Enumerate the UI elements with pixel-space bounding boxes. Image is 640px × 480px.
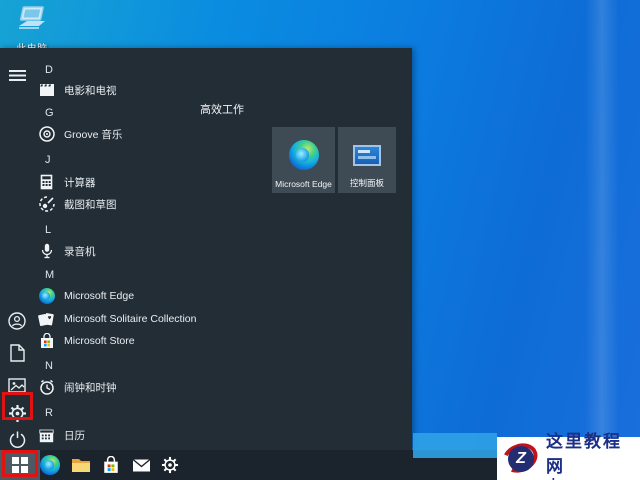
app-item-groove-music[interactable]: Groove 音乐 — [36, 124, 122, 144]
app-list: D 电影和电视 G Groove 音乐 J 计算器 截图和草图 L 录音机 M … — [36, 48, 196, 450]
hamburger-menu-button[interactable] — [0, 60, 34, 90]
mail-icon — [132, 458, 150, 471]
taskbar-edge-button[interactable] — [36, 450, 64, 480]
taskbar-file-explorer-button[interactable] — [67, 450, 95, 480]
alarm-clock-icon — [38, 379, 55, 396]
store-icon — [38, 333, 55, 350]
app-item-calendar[interactable]: 日历 — [36, 425, 85, 445]
this-pc-icon — [6, 6, 58, 39]
app-item-solitaire[interactable]: Microsoft Solitaire Collection — [36, 309, 196, 329]
documents-button[interactable] — [0, 338, 34, 368]
app-item-snip-sketch[interactable]: 截图和草图 — [36, 194, 117, 214]
section-header-m[interactable]: M — [36, 265, 54, 285]
taskbar-store-button[interactable] — [97, 450, 125, 480]
tile-microsoft-edge[interactable]: Microsoft Edge — [272, 127, 335, 193]
watermark-site-name: 这里教程网 — [546, 432, 622, 476]
app-item-movies-tv[interactable]: 电影和电视 — [36, 80, 117, 100]
start-menu: D 电影和电视 G Groove 音乐 J 计算器 截图和草图 L 录音机 M … — [0, 48, 412, 450]
taskbar-mail-button[interactable] — [127, 450, 155, 480]
document-icon — [9, 344, 25, 362]
desktop: 此电脑 — [0, 0, 640, 480]
control-panel-icon — [353, 144, 381, 166]
section-header-r[interactable]: R — [36, 403, 53, 423]
app-item-microsoft-store[interactable]: Microsoft Store — [36, 331, 135, 351]
edge-icon — [38, 288, 55, 305]
taskbar-settings-button[interactable] — [156, 450, 184, 480]
app-item-calculator[interactable]: 计算器 — [36, 172, 96, 192]
user-icon — [8, 312, 26, 330]
highlight-start-box — [2, 450, 38, 477]
store-icon — [104, 456, 118, 473]
solitaire-icon — [38, 311, 55, 328]
watermark-logo-icon: Z — [498, 437, 543, 479]
section-header-n[interactable]: N — [36, 356, 53, 376]
calculator-icon — [38, 174, 55, 191]
tile-group-title[interactable]: 高效工作 — [200, 101, 244, 117]
watermark-fade — [413, 433, 497, 458]
edge-icon — [40, 455, 60, 475]
section-header-j[interactable]: J — [36, 150, 51, 170]
voice-recorder-icon — [38, 243, 55, 260]
app-item-voice-recorder[interactable]: 录音机 — [36, 241, 96, 261]
gear-icon — [161, 456, 179, 474]
hamburger-icon — [8, 69, 26, 81]
section-header-g[interactable]: G — [36, 103, 54, 123]
tile-control-panel[interactable]: 控制面板 — [338, 127, 396, 193]
groove-music-icon — [38, 126, 55, 143]
calendar-icon — [38, 427, 55, 444]
section-header-l[interactable]: L — [36, 220, 51, 240]
section-header-d[interactable]: D — [36, 60, 53, 80]
power-icon — [9, 431, 25, 448]
snip-sketch-icon — [38, 196, 55, 213]
site-watermark: Z 这里教程网 herecours.com — [497, 432, 640, 480]
movies-tv-icon — [38, 82, 55, 99]
app-item-microsoft-edge[interactable]: Microsoft Edge — [36, 286, 134, 306]
desktop-icon-this-pc[interactable]: 此电脑 — [6, 6, 58, 55]
app-item-alarms-clock[interactable]: 闹钟和时钟 — [36, 377, 117, 397]
highlight-settings-box — [2, 392, 33, 420]
pictures-icon — [8, 377, 26, 393]
edge-icon — [288, 140, 319, 170]
user-account-button[interactable] — [0, 306, 34, 336]
folder-icon — [72, 459, 90, 472]
